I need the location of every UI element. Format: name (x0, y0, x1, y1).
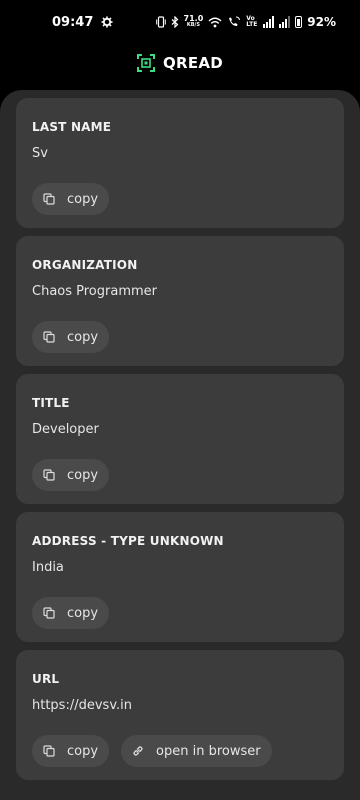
copy-label: copy (67, 605, 99, 621)
app-title: QREAD (162, 54, 224, 72)
network-speed: 71.0 KB/S (183, 14, 204, 29)
field-card: ORGANIZATION Chaos Programmer copy (16, 236, 344, 366)
copy-label: copy (67, 191, 99, 207)
card-actions: copy (32, 597, 110, 629)
card-actions: copy open in browser (32, 735, 272, 767)
copy-icon (43, 331, 55, 343)
field-label: ADDRESS - TYPE UNKNOWN (32, 534, 224, 548)
copy-icon (43, 745, 55, 757)
settings-gear-icon (101, 16, 113, 28)
copy-button[interactable]: copy (32, 459, 110, 491)
result-sheet[interactable]: LAST NAME Sv copy ORGANIZATION Chaos Program… (0, 90, 360, 800)
field-value: India (32, 560, 64, 575)
copy-button[interactable]: copy (32, 321, 110, 353)
battery-percent: 92% (307, 15, 336, 29)
app-header: QREAD (0, 44, 360, 82)
copy-button[interactable]: copy (32, 597, 110, 629)
signal-strength-icon (263, 16, 275, 28)
open-in-browser-label: open in browser (156, 743, 261, 759)
qr-scan-icon (136, 54, 155, 72)
field-label: ORGANIZATION (32, 258, 138, 272)
volte-badge: Vo LTE (246, 15, 258, 28)
copy-label: copy (67, 743, 99, 759)
copy-icon (43, 607, 55, 619)
signal-strength-icon-2 (279, 16, 291, 28)
open-in-browser-button[interactable]: open in browser (121, 735, 272, 767)
copy-button[interactable]: copy (32, 183, 110, 215)
copy-icon (43, 193, 55, 205)
field-label: TITLE (32, 396, 70, 410)
field-value: Chaos Programmer (32, 284, 157, 299)
copy-label: copy (67, 467, 99, 483)
field-card: URL https://devsv.in copy open in browser (16, 650, 344, 780)
card-actions: copy (32, 321, 110, 353)
field-value: https://devsv.in (32, 698, 132, 713)
status-time: 09:47 (52, 14, 94, 30)
field-label: URL (32, 672, 60, 686)
battery-icon (295, 16, 303, 28)
field-card: TITLE Developer copy (16, 374, 344, 504)
wifi-icon (208, 17, 222, 27)
field-card: LAST NAME Sv copy (16, 98, 344, 228)
bluetooth-icon (171, 16, 178, 28)
wifi-calling-icon (229, 16, 241, 26)
copy-button[interactable]: copy (32, 735, 110, 767)
field-card: ADDRESS - TYPE UNKNOWN India copy (16, 512, 344, 642)
card-actions: copy (32, 183, 110, 215)
field-value: Sv (32, 146, 48, 161)
vibrate-icon (155, 16, 166, 28)
copy-icon (43, 469, 55, 481)
link-icon (132, 745, 144, 757)
card-actions: copy (32, 459, 110, 491)
status-bar: 09:47 71.0 KB/S Vo LTE 92% (0, 0, 360, 44)
field-value: Developer (32, 422, 99, 437)
field-label: LAST NAME (32, 120, 112, 134)
copy-label: copy (67, 329, 99, 345)
